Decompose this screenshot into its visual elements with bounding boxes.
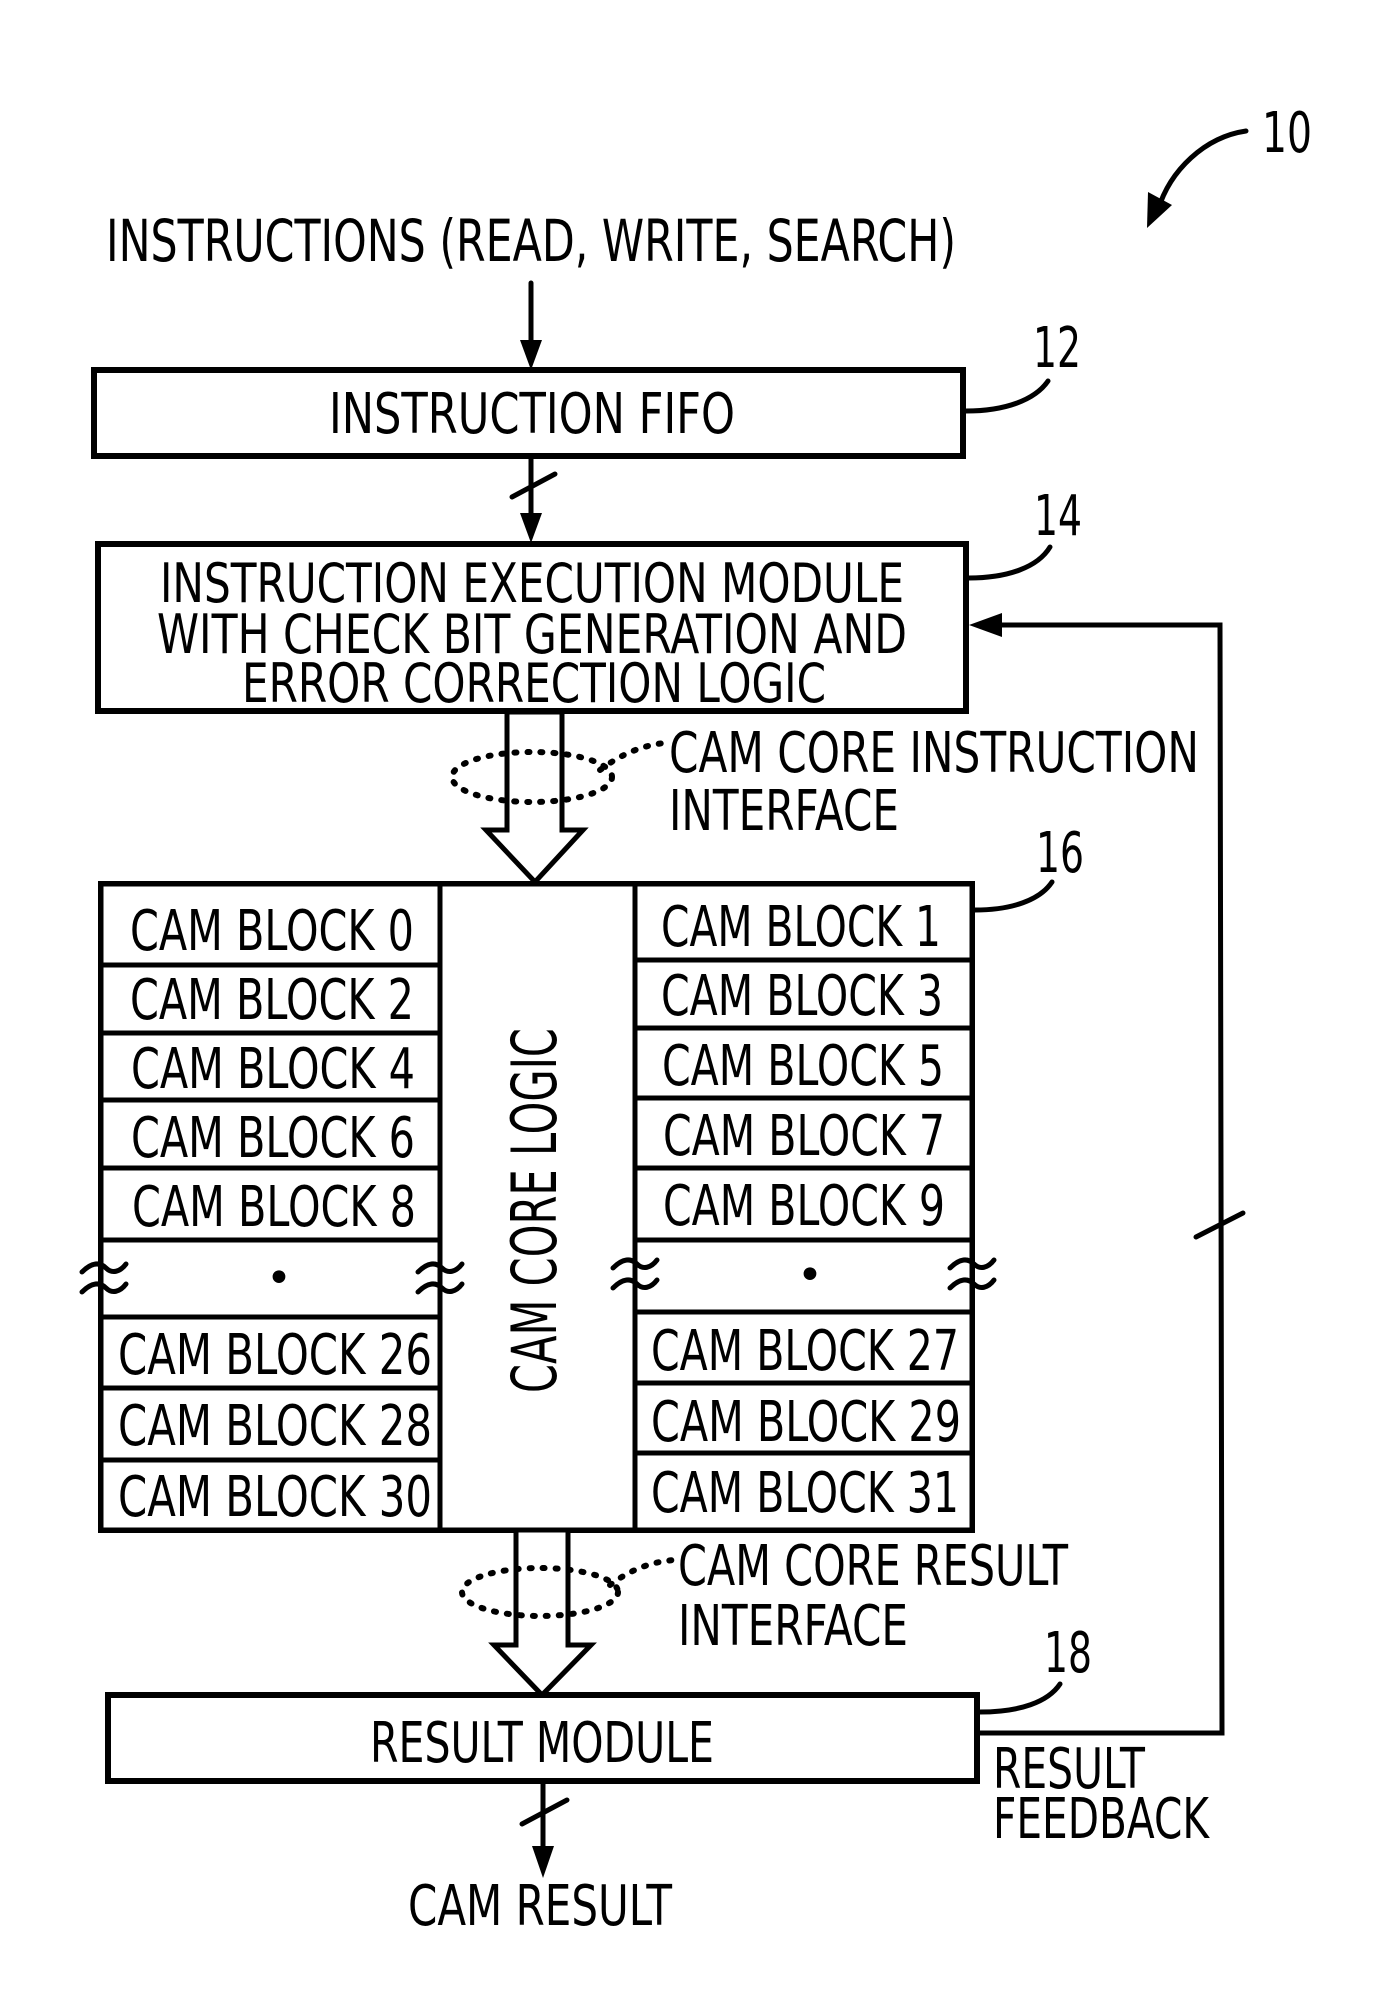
cam-block-label: CAM BLOCK 8 (132, 1175, 416, 1240)
cam-system-block-diagram: 10 INSTRUCTIONS (READ, WRITE, SEARCH) IN… (79, 101, 1312, 1939)
input-instructions-label: INSTRUCTIONS (READ, WRITE, SEARCH) (106, 207, 956, 275)
right-block-column: CAM BLOCK 1 CAM BLOCK 3 CAM BLOCK 5 CAM … (632, 881, 975, 1533)
figure-reference-arrow (1155, 128, 1249, 213)
cam-block-label: CAM BLOCK 6 (131, 1106, 415, 1171)
cam-block-label: CAM BLOCK 28 (118, 1394, 432, 1459)
cam-block-label: CAM BLOCK 9 (663, 1174, 945, 1239)
instruction-execution-module: INSTRUCTION EXECUTION MODULE WITH CHECK … (95, 484, 1082, 715)
input-arrowhead-icon (520, 340, 542, 370)
figure-numeral: 10 (1262, 101, 1312, 166)
instruction-interface-leader (597, 740, 667, 773)
cam-block-label: CAM BLOCK 1 (661, 895, 941, 960)
result-interface-leader (607, 1557, 677, 1588)
cam-result-label: CAM RESULT (408, 1874, 673, 1939)
instruction-fifo: INSTRUCTION FIFO 12 (91, 316, 1081, 459)
figure-reference: 10 (1147, 101, 1312, 228)
result-feedback-line-2: FEEDBACK (993, 1787, 1210, 1852)
cam-block-label: CAM BLOCK 29 (651, 1390, 961, 1455)
execution-module-numeral: 14 (1034, 484, 1082, 549)
result-interface-line-1: CAM CORE RESULT (678, 1534, 1069, 1599)
cam-block-label: CAM BLOCK 26 (118, 1323, 432, 1388)
cam-block-label: CAM BLOCK 7 (663, 1104, 945, 1169)
cam-block-label: CAM BLOCK 4 (131, 1037, 415, 1102)
result-feedback-arrowhead-icon (969, 613, 1002, 637)
cam-block-label: CAM BLOCK 0 (130, 899, 414, 964)
cam-core-instruction-interface: CAM CORE INSTRUCTION INTERFACE (449, 709, 1199, 886)
instruction-interface-line-1: CAM CORE INSTRUCTION (669, 721, 1199, 786)
cam-block-label: CAM BLOCK 27 (651, 1319, 959, 1384)
result-module-leader (977, 1681, 1063, 1715)
cam-block-label: CAM BLOCK 30 (118, 1465, 432, 1530)
cam-block-ellipsis: • (797, 1250, 823, 1301)
fifo-to-exec-arrowhead-icon (520, 513, 542, 543)
instruction-fifo-leader (963, 378, 1051, 414)
execution-module-line-3: ERROR CORRECTION LOGIC (242, 652, 826, 715)
cam-block-label: CAM BLOCK 3 (661, 964, 943, 1029)
cam-core-numeral: 16 (1036, 821, 1084, 886)
cam-core: CAM CORE LOGIC CAM BLOCK 0 CAM BLOCK 2 C… (79, 821, 1084, 1533)
result-module: RESULT MODULE 18 (105, 1621, 1092, 1784)
left-block-column: CAM BLOCK 0 CAM BLOCK 2 CAM BLOCK 4 CAM … (98, 881, 443, 1533)
instruction-interface-line-2: INTERFACE (669, 779, 899, 844)
instruction-fifo-label: INSTRUCTION FIFO (329, 382, 735, 447)
cam-core-logic-label: CAM CORE LOGIC (498, 1028, 571, 1393)
result-feedback-loop: RESULT FEEDBACK (969, 613, 1246, 1852)
execution-module-leader (966, 544, 1053, 581)
cam-block-label: CAM BLOCK 2 (130, 968, 414, 1033)
result-module-numeral: 18 (1044, 1621, 1092, 1686)
cam-block-label: CAM BLOCK 5 (662, 1034, 944, 1099)
cam-core-result-interface: CAM CORE RESULT INTERFACE (459, 1527, 1069, 1699)
figure-reference-arrowhead-icon (1147, 192, 1172, 228)
result-interface-line-2: INTERFACE (678, 1594, 908, 1659)
cam-block-label: CAM BLOCK 31 (651, 1461, 959, 1526)
cam-core-leader (972, 879, 1055, 913)
instruction-fifo-numeral: 12 (1033, 316, 1081, 381)
cam-block-ellipsis: • (266, 1253, 292, 1304)
result-module-label: RESULT MODULE (370, 1711, 714, 1776)
